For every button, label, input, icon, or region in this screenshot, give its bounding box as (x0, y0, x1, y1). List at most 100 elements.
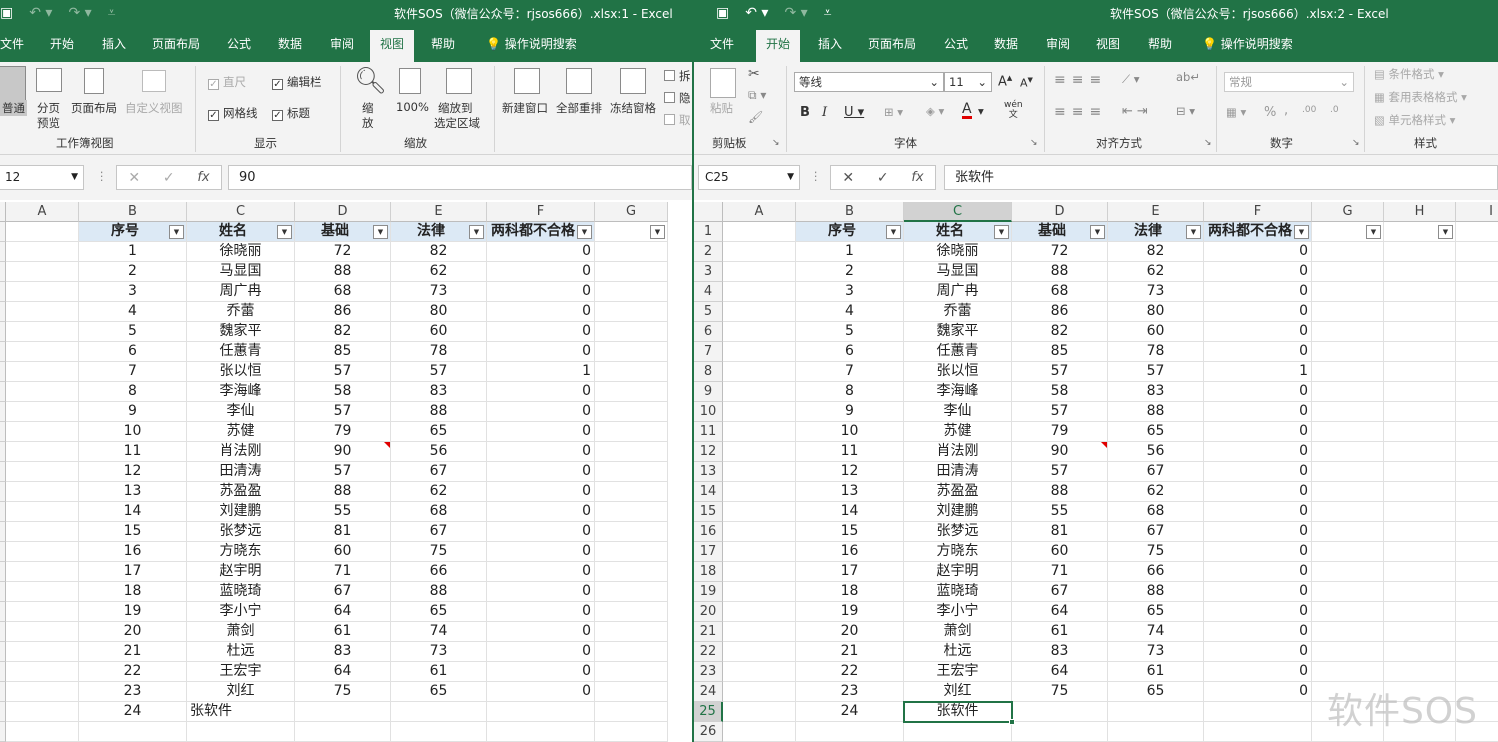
cell[interactable]: 田清涛 (904, 462, 1012, 482)
arrange-all-button[interactable]: 全部重排 (556, 100, 602, 116)
hide-button[interactable]: 隐 (664, 90, 691, 106)
cell[interactable]: 82 (295, 322, 391, 342)
cell[interactable]: 23 (79, 682, 187, 702)
cell[interactable] (1456, 562, 1498, 582)
cell[interactable] (1384, 342, 1456, 362)
arrange-all-icon[interactable] (566, 68, 592, 94)
cell[interactable]: 0 (1204, 622, 1312, 642)
cell[interactable] (1384, 262, 1456, 282)
cell[interactable]: 李小宁 (904, 602, 1012, 622)
cell[interactable]: 62 (1108, 262, 1204, 282)
cell[interactable]: 62 (1108, 482, 1204, 502)
formula-input[interactable]: 90 (228, 165, 692, 190)
cell[interactable]: 赵宇明 (904, 562, 1012, 582)
cell[interactable]: 61 (1108, 662, 1204, 682)
cell[interactable] (595, 382, 668, 402)
tab-view[interactable]: 视图 (370, 30, 415, 62)
cell[interactable]: 魏家平 (904, 322, 1012, 342)
cell[interactable] (1108, 702, 1204, 722)
cell[interactable]: 蓝晓琦 (187, 582, 295, 602)
column-header-b[interactable]: B (796, 202, 904, 222)
cell[interactable] (1456, 422, 1498, 442)
cell[interactable]: 23 (796, 682, 904, 702)
cell[interactable]: 杜远 (904, 642, 1012, 662)
row-header[interactable]: 24 (694, 682, 723, 702)
cell[interactable]: 1 (79, 242, 187, 262)
tab-view[interactable]: 视图 (1086, 34, 1130, 62)
cell[interactable]: 68 (391, 502, 487, 522)
cell[interactable] (1456, 542, 1498, 562)
cell[interactable]: 65 (391, 422, 487, 442)
cell[interactable] (1312, 322, 1384, 342)
row-header[interactable]: 23 (694, 662, 723, 682)
cell[interactable] (1312, 482, 1384, 502)
cell[interactable]: 萧剑 (904, 622, 1012, 642)
cell[interactable] (1456, 442, 1498, 462)
cell[interactable] (1384, 362, 1456, 382)
cell[interactable]: 肖法刚 (904, 442, 1012, 462)
cell[interactable] (723, 522, 796, 542)
copy-icon[interactable]: ⧉ ▾ (748, 88, 766, 103)
row-header[interactable]: 11 (694, 422, 723, 442)
cell[interactable]: 83 (295, 642, 391, 662)
row-header[interactable]: 10 (694, 402, 723, 422)
cell[interactable]: 60 (295, 542, 391, 562)
cell[interactable]: 57 (1012, 362, 1108, 382)
cell[interactable]: 72 (295, 242, 391, 262)
tab-review[interactable]: 审阅 (320, 34, 364, 62)
header-cell[interactable]: 姓名 ▼ (187, 222, 295, 242)
cell[interactable]: 张梦远 (187, 522, 295, 542)
cell[interactable]: 3 (796, 282, 904, 302)
cell[interactable]: 21 (796, 642, 904, 662)
tab-page-layout[interactable]: 页面布局 (142, 34, 210, 62)
cell[interactable] (1384, 502, 1456, 522)
filter-dropdown-button[interactable]: ▼ (1090, 225, 1105, 239)
zoom-label-2[interactable]: 放 (362, 115, 374, 131)
cell[interactable]: 82 (1012, 322, 1108, 342)
comment-indicator[interactable] (384, 442, 390, 448)
cell[interactable]: 刘红 (904, 682, 1012, 702)
cell[interactable] (1384, 402, 1456, 422)
row-header[interactable]: 25 (694, 702, 723, 722)
cell[interactable]: 61 (391, 662, 487, 682)
cell[interactable]: 57 (295, 402, 391, 422)
cell[interactable]: 0 (487, 342, 595, 362)
cell[interactable]: 苏盈盈 (904, 482, 1012, 502)
cell[interactable]: 刘红 (187, 682, 295, 702)
filter-dropdown-button[interactable]: ▼ (277, 225, 292, 239)
row-header[interactable]: 6 (694, 322, 723, 342)
cell[interactable]: 88 (391, 402, 487, 422)
cell[interactable] (1312, 382, 1384, 402)
cell[interactable]: 0 (1204, 382, 1312, 402)
cell[interactable]: 6 (79, 342, 187, 362)
cell[interactable]: 60 (391, 322, 487, 342)
cell[interactable]: 90 (1012, 442, 1108, 462)
format-as-table-button[interactable]: ▦ 套用表格格式 ▾ (1374, 89, 1467, 105)
cell[interactable] (723, 702, 796, 722)
cell[interactable]: 徐晓丽 (187, 242, 295, 262)
cell[interactable] (1456, 482, 1498, 502)
header-cell[interactable]: 法律 ▼ (391, 222, 487, 242)
row-header[interactable]: 26 (694, 722, 723, 742)
cell[interactable]: 58 (1012, 382, 1108, 402)
cell[interactable] (6, 702, 79, 722)
cell[interactable]: 0 (1204, 442, 1312, 462)
name-box[interactable]: 12 ▼ (0, 165, 84, 190)
tab-data[interactable]: 数据 (268, 34, 312, 62)
cell[interactable] (1456, 582, 1498, 602)
cell[interactable]: 81 (295, 522, 391, 542)
cell[interactable]: 0 (487, 542, 595, 562)
cell[interactable]: 王宏宇 (187, 662, 295, 682)
cell[interactable] (723, 242, 796, 262)
cell[interactable] (6, 342, 79, 362)
cell[interactable]: 1 (487, 362, 595, 382)
cell[interactable]: 任蕙青 (904, 342, 1012, 362)
cell[interactable] (723, 322, 796, 342)
cell[interactable] (6, 662, 79, 682)
column-header-h[interactable]: H (1384, 202, 1456, 222)
cell[interactable]: 9 (79, 402, 187, 422)
cell[interactable] (723, 402, 796, 422)
cell[interactable] (1384, 302, 1456, 322)
cell[interactable] (595, 562, 668, 582)
cell[interactable]: 0 (1204, 342, 1312, 362)
